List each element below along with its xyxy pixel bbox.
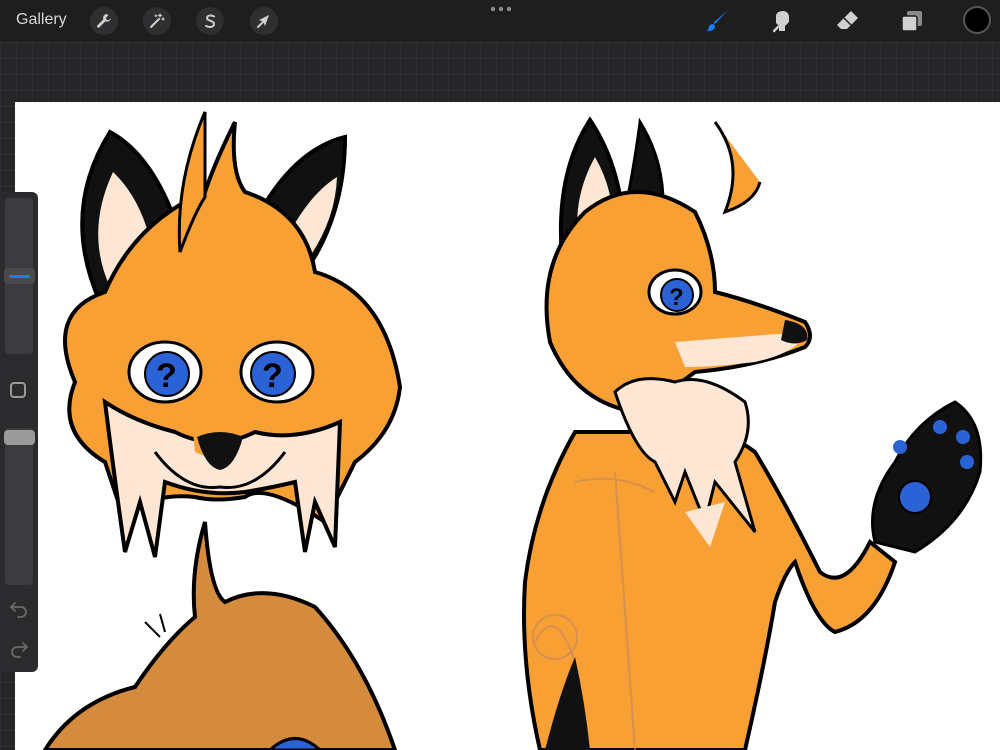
- brush-size-handle[interactable]: [4, 268, 35, 284]
- fox-body-side: ?: [522, 116, 983, 750]
- magic-wand-icon[interactable]: [143, 7, 171, 35]
- arrow-cursor-icon[interactable]: [250, 7, 278, 35]
- square-icon[interactable]: [10, 382, 26, 398]
- undo-icon[interactable]: [9, 598, 29, 618]
- svg-text:?: ?: [669, 284, 684, 311]
- smudge-icon[interactable]: [768, 6, 798, 36]
- left-sidebar: [0, 192, 38, 672]
- drawing-canvas[interactable]: ? ? ?: [15, 102, 1000, 750]
- selection-s-icon[interactable]: [196, 7, 224, 35]
- opacity-handle[interactable]: [4, 430, 35, 445]
- redo-icon[interactable]: [9, 638, 29, 658]
- wrench-icon[interactable]: [90, 7, 118, 35]
- gallery-button[interactable]: Gallery: [16, 11, 67, 29]
- fox-head-back: [42, 521, 398, 750]
- fox-artwork: ? ? ?: [42, 111, 983, 750]
- color-picker-button[interactable]: [963, 6, 991, 34]
- eraser-icon[interactable]: [832, 6, 862, 36]
- top-toolbar: Gallery: [0, 0, 1000, 42]
- fox-head-front: ? ?: [63, 111, 403, 558]
- svg-text:?: ?: [156, 357, 177, 395]
- brush-icon[interactable]: [703, 6, 733, 36]
- more-options-icon[interactable]: [489, 4, 513, 14]
- layers-icon[interactable]: [897, 6, 927, 36]
- svg-text:?: ?: [262, 357, 283, 395]
- opacity-slider[interactable]: [5, 428, 33, 585]
